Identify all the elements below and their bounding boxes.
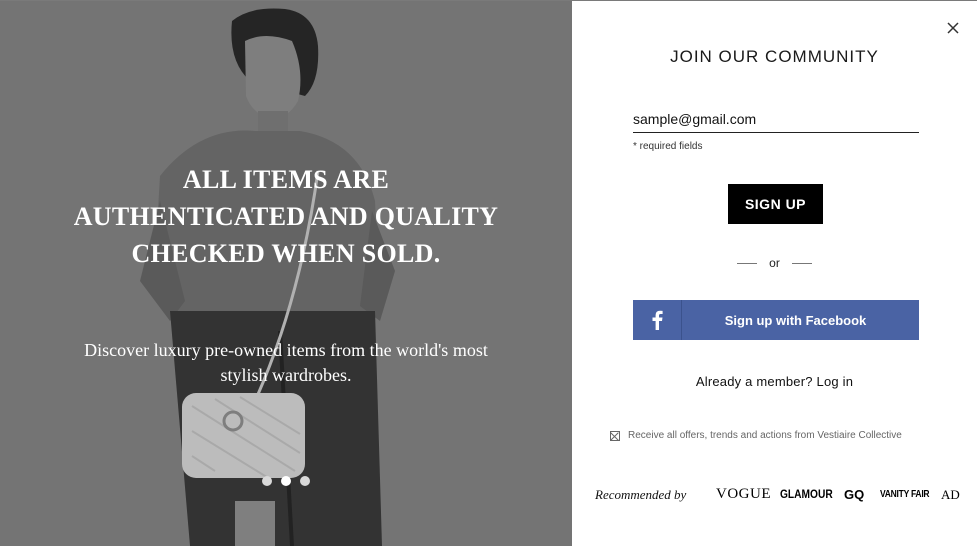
close-icon	[947, 22, 959, 34]
recommended-by-row: Recommended by VOGUE GLAMOUR GQ VANITY F…	[595, 486, 965, 506]
panel-title: JOIN OUR COMMUNITY	[670, 47, 879, 66]
offers-checkbox-row[interactable]: Receive all offers, trends and actions f…	[610, 430, 902, 441]
signup-panel: JOIN OUR COMMUNITY * required fields SIG…	[572, 1, 977, 546]
glamour-logo: GLAMOUR	[780, 487, 833, 501]
login-link[interactable]: Already a member? Log in	[572, 374, 977, 389]
carousel-dots	[262, 476, 310, 486]
checkbox-icon[interactable]	[610, 430, 620, 441]
facebook-signup-button[interactable]: Sign up with Facebook	[633, 300, 919, 340]
required-note: * required fields	[633, 141, 703, 152]
divider-line-right	[791, 262, 812, 264]
ad-logo: AD	[941, 487, 960, 502]
hero-photo	[0, 1, 572, 546]
close-button[interactable]	[944, 19, 962, 37]
carousel-dot-1[interactable]	[262, 476, 272, 486]
or-divider: or	[572, 255, 977, 271]
email-field-wrapper	[633, 105, 919, 133]
carousel-dot-2[interactable]	[281, 476, 291, 486]
facebook-icon	[652, 310, 663, 330]
facebook-signup-label: Sign up with Facebook	[724, 312, 867, 328]
vogue-logo: VOGUE	[716, 486, 771, 502]
vanity-fair-logo: VANITY FAIR	[880, 489, 930, 500]
offers-label: Receive all offers, trends and actions f…	[628, 430, 902, 441]
sign-up-button[interactable]: SIGN UP	[728, 184, 823, 224]
or-text: or	[769, 256, 780, 270]
hero-heading: ALL ITEMS ARE AUTHENTICATED AND QUALITY …	[73, 165, 499, 268]
carousel-dot-3[interactable]	[300, 476, 310, 486]
divider-line-left	[737, 262, 758, 264]
email-field[interactable]	[633, 105, 919, 132]
hero-subheading: Discover luxury pre-owned items from the…	[84, 340, 488, 385]
gq-logo: GQ	[844, 487, 865, 502]
recommended-label: Recommended by	[595, 487, 687, 502]
facebook-icon-box	[633, 300, 682, 340]
hero-banner: ALL ITEMS ARE AUTHENTICATED AND QUALITY …	[0, 1, 572, 546]
